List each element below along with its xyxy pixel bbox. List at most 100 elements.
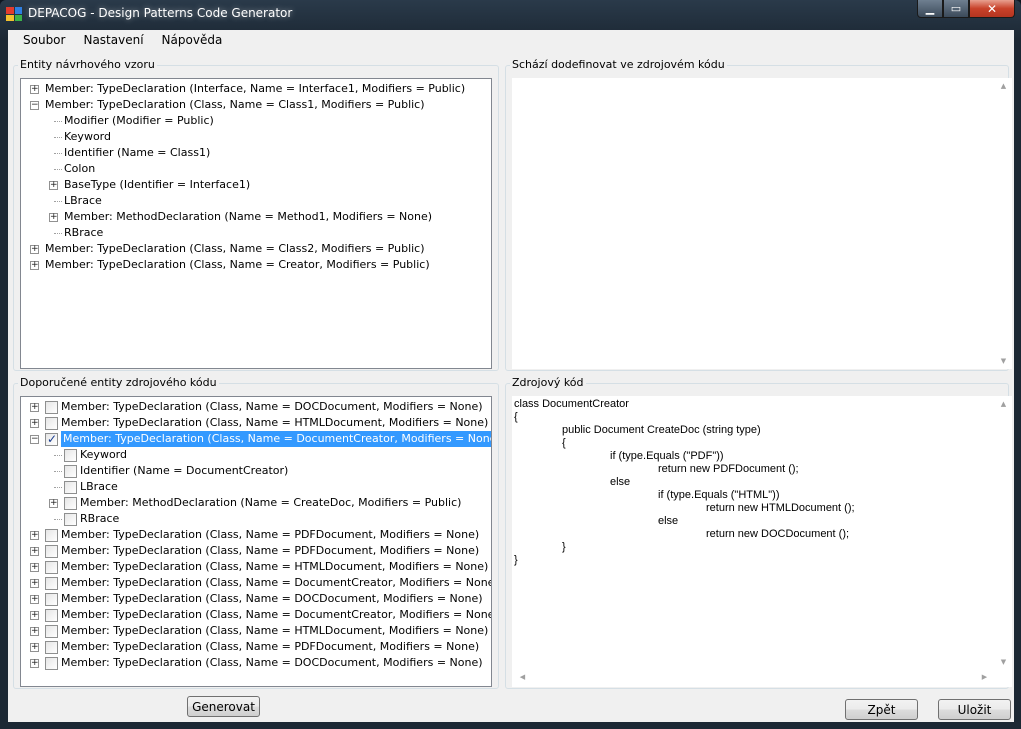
source-scrollbar[interactable]: ▲ ▼ <box>995 396 1012 670</box>
expand-icon[interactable]: + <box>30 579 39 588</box>
collapse-icon[interactable]: − <box>30 101 39 110</box>
tree-node[interactable]: + Member: TypeDeclaration (Class, Name = … <box>21 543 491 559</box>
expand-icon[interactable]: + <box>30 531 39 540</box>
node-checkbox[interactable] <box>45 641 58 654</box>
generate-button[interactable]: Generovat <box>187 696 260 717</box>
node-checkbox[interactable] <box>45 431 58 447</box>
scroll-up-icon[interactable]: ▲ <box>995 82 1012 90</box>
node-checkbox[interactable] <box>45 625 58 638</box>
collapse-icon[interactable]: − <box>30 435 39 444</box>
scroll-up-icon[interactable]: ▲ <box>995 400 1012 408</box>
source-code-label: Zdrojový kód <box>510 376 586 389</box>
tree-child-node[interactable]: Colon <box>21 161 491 177</box>
tree-node[interactable]: + Member: TypeDeclaration (Class, Name = … <box>21 607 491 623</box>
node-checkbox[interactable] <box>45 657 58 670</box>
scroll-down-icon[interactable]: ▼ <box>995 357 1012 365</box>
tree-line <box>54 471 62 472</box>
node-checkbox[interactable] <box>45 609 58 622</box>
tree-child-node[interactable]: RBrace <box>21 225 491 241</box>
maximize-button[interactable]: ▭ <box>943 0 969 18</box>
tree-node[interactable]: − Member: TypeDeclaration (Class, Name = … <box>21 431 491 447</box>
tree-child-node[interactable]: + BaseType (Identifier = Interface1) <box>21 177 491 193</box>
back-button[interactable]: Zpět <box>845 699 918 720</box>
tree-child-node[interactable]: RBrace <box>21 511 491 527</box>
close-button[interactable]: ✕ <box>969 0 1015 18</box>
scroll-down-icon[interactable]: ▼ <box>995 658 1012 666</box>
node-label: Member: TypeDeclaration (Class, Name = D… <box>61 431 491 447</box>
tree-child-node[interactable]: Keyword <box>21 129 491 145</box>
expand-icon[interactable]: + <box>49 499 58 508</box>
client-area: Soubor Nastavení Nápověda Entity návrhov… <box>8 30 1014 722</box>
expand-icon[interactable]: + <box>30 595 39 604</box>
expand-icon[interactable]: + <box>30 547 39 556</box>
tree-child-node[interactable]: Keyword <box>21 447 491 463</box>
tree-child-node[interactable]: LBrace <box>21 193 491 209</box>
node-checkbox[interactable] <box>45 417 58 430</box>
node-checkbox[interactable] <box>45 529 58 542</box>
tree-node[interactable]: + Member: TypeDeclaration (Class, Name = … <box>21 639 491 655</box>
scroll-left-icon[interactable]: ◀ <box>514 673 531 681</box>
expand-icon[interactable]: + <box>30 419 39 428</box>
menu-napoveda[interactable]: Nápověda <box>153 30 232 52</box>
tree-node[interactable]: + Member: TypeDeclaration (Class, Name = … <box>21 559 491 575</box>
tree-node[interactable]: + Member: TypeDeclaration (Class, Name = … <box>21 655 491 671</box>
tree-node[interactable]: + Member: TypeDeclaration (Class, Name = … <box>21 527 491 543</box>
node-label: Member: TypeDeclaration (Class, Name = C… <box>45 242 425 255</box>
expand-icon[interactable]: + <box>30 403 39 412</box>
tree-child-node[interactable]: Identifier (Name = Class1) <box>21 145 491 161</box>
title-bar[interactable]: DEPACOG - Design Patterns Code Generator… <box>0 0 1021 28</box>
expand-icon[interactable]: + <box>30 261 39 270</box>
tree-node[interactable]: + Member: TypeDeclaration (Interface, Nam… <box>21 81 491 97</box>
pattern-entities-group: Entity návrhového vzoru + Member: TypeDec… <box>13 58 499 371</box>
tree-node[interactable]: + Member: TypeDeclaration (Class, Name = … <box>21 623 491 639</box>
code-line: return new DOCDocument (); <box>706 528 850 540</box>
tree-child-node[interactable]: Modifier (Modifier = Public) <box>21 113 491 129</box>
tree-child-node[interactable]: LBrace <box>21 479 491 495</box>
tree-node[interactable]: −Member: TypeDeclaration (Class, Name = … <box>21 97 491 113</box>
node-checkbox[interactable] <box>45 401 58 414</box>
expand-icon[interactable]: + <box>30 563 39 572</box>
pattern-entities-tree[interactable]: + Member: TypeDeclaration (Interface, Nam… <box>20 78 492 369</box>
node-checkbox[interactable] <box>45 545 58 558</box>
expand-icon[interactable]: + <box>30 627 39 636</box>
save-button[interactable]: Uložit <box>938 699 1011 720</box>
menu-nastaveni[interactable]: Nastavení <box>74 30 152 52</box>
node-checkbox[interactable] <box>64 449 77 462</box>
tree-node[interactable]: + Member: TypeDeclaration (Class, Name = … <box>21 591 491 607</box>
scroll-right-icon[interactable]: ▶ <box>976 673 993 681</box>
recommended-entities-tree[interactable]: + Member: TypeDeclaration (Class, Name = … <box>20 396 492 687</box>
node-checkbox[interactable] <box>64 497 77 510</box>
missing-scrollbar[interactable]: ▲ ▼ <box>995 78 1012 369</box>
expand-icon[interactable]: + <box>49 213 58 222</box>
tree-node[interactable]: + Member: TypeDeclaration (Class, Name = … <box>21 241 491 257</box>
node-label: Member: TypeDeclaration (Class, Name = D… <box>61 576 492 589</box>
node-checkbox[interactable] <box>64 465 77 478</box>
node-checkbox[interactable] <box>45 561 58 574</box>
missing-textbox[interactable]: ▲ ▼ <box>512 78 1012 369</box>
expand-icon[interactable]: + <box>30 85 39 94</box>
source-code-textbox[interactable]: ▲ ▼ ◀ ▶ class DocumentCreator{public Doc… <box>512 396 1012 687</box>
menu-soubor[interactable]: Soubor <box>14 30 74 52</box>
tree-child-node[interactable]: Identifier (Name = DocumentCreator) <box>21 463 491 479</box>
tree-child-node[interactable]: + Member: MethodDeclaration (Name = Metho… <box>21 209 491 225</box>
tree-child-node[interactable]: + Member: MethodDeclaration (Name = Creat… <box>21 495 491 511</box>
expand-icon[interactable]: + <box>30 643 39 652</box>
tree-node[interactable]: + Member: TypeDeclaration (Class, Name = … <box>21 575 491 591</box>
tree-line <box>54 169 62 170</box>
tree-node[interactable]: + Member: TypeDeclaration (Class, Name = … <box>21 415 491 431</box>
tree-node[interactable]: + Member: TypeDeclaration (Class, Name = … <box>21 399 491 415</box>
node-checkbox[interactable] <box>64 513 77 526</box>
source-hscrollbar[interactable]: ◀ ▶ <box>512 670 995 687</box>
expand-icon[interactable]: + <box>49 181 58 190</box>
node-label: Colon <box>64 162 96 175</box>
expand-icon[interactable]: + <box>30 659 39 668</box>
tree-node[interactable]: + Member: TypeDeclaration (Class, Name = … <box>21 257 491 273</box>
expand-icon[interactable]: + <box>30 245 39 254</box>
node-checkbox[interactable] <box>45 593 58 606</box>
expand-icon[interactable]: + <box>30 611 39 620</box>
node-checkbox[interactable] <box>64 481 77 494</box>
minimize-button[interactable]: ▁ <box>917 0 943 18</box>
node-checkbox[interactable] <box>45 577 58 590</box>
node-label: Keyword <box>64 130 111 143</box>
tree-line <box>54 137 62 138</box>
